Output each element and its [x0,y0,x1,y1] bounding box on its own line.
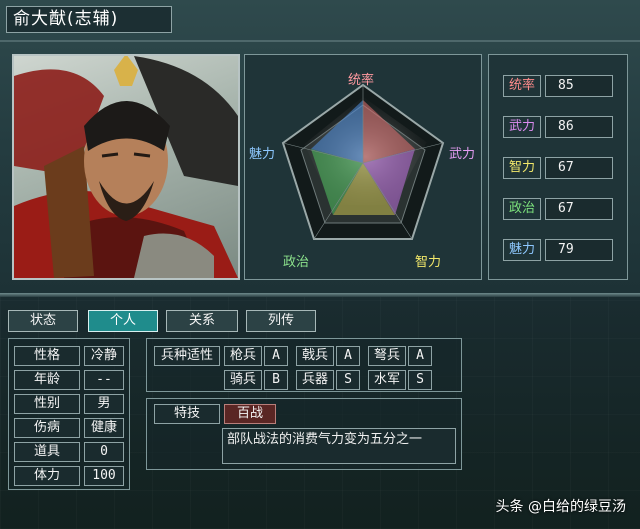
stat-row-war: 武力 86 [503,116,623,138]
radar-label-war: 武力 [449,147,476,162]
stat-label: 魅力 [503,239,541,261]
personal-value-stamina: 100 [84,466,124,486]
unit-name-cavalry: 骑兵 [224,370,262,390]
unit-name-navy: 水军 [368,370,406,390]
skill-description: 部队战法的消费气力变为五分之一 [222,428,456,464]
stat-value: 67 [545,157,613,179]
skill-name: 百战 [224,404,276,424]
stat-row-intelligence: 智力 67 [503,157,623,179]
radar-chart [281,83,445,240]
officer-name-title: 俞大猷(志辅) [6,6,172,33]
tab-personal[interactable]: 个人 [88,310,158,332]
radar-label-command: 统率 [348,73,375,88]
stat-row-command: 统率 85 [503,75,623,97]
unit-grade-cavalry: B [264,370,288,390]
stat-row-politics: 政治 67 [503,198,623,220]
personal-label-items: 道具 [14,442,80,462]
radar-label-intelligence: 智力 [415,255,442,270]
personal-value-injury: 健康 [84,418,124,438]
personal-label-gender: 性别 [14,394,80,414]
personal-label-age: 年龄 [14,370,80,390]
unit-grade-navy: S [408,370,432,390]
title-underline [0,40,640,42]
personal-value-gender: 男 [84,394,124,414]
stat-label: 政治 [503,198,541,220]
stat-radar-panel: 统率 武力 智力 政治 魅力 [244,54,482,280]
tab-relations[interactable]: 关系 [166,310,238,332]
stat-label: 智力 [503,157,541,179]
section-divider [0,293,640,297]
stat-value: 86 [545,116,613,138]
tab-status[interactable]: 状态 [8,310,78,332]
unit-name-halberd: 戟兵 [296,346,334,366]
personal-value-personality: 冷静 [84,346,124,366]
unit-grade-siege: S [336,370,360,390]
stat-value: 67 [545,198,613,220]
personal-label-personality: 性格 [14,346,80,366]
unit-grade-halberd: A [336,346,360,366]
radar-label-charisma: 魅力 [249,147,276,162]
personal-value-age: -- [84,370,124,390]
stat-value: 85 [545,75,613,97]
skill-label: 特技 [154,404,220,424]
officer-portrait [12,54,240,280]
personal-label-stamina: 体力 [14,466,80,486]
stat-value: 79 [545,239,613,261]
tab-biography[interactable]: 列传 [246,310,316,332]
unit-name-spear: 枪兵 [224,346,262,366]
unit-grade-crossbow: A [408,346,432,366]
unit-grade-spear: A [264,346,288,366]
stats-panel: 统率 85 武力 86 智力 67 政治 67 魅力 79 [488,54,628,280]
stat-label: 武力 [503,116,541,138]
stat-label: 统率 [503,75,541,97]
stat-row-charisma: 魅力 79 [503,239,623,261]
watermark: 头条 @白给的绿豆汤 [495,499,626,515]
personal-label-injury: 伤病 [14,418,80,438]
portrait-illustration [14,56,238,278]
aptitude-header: 兵种适性 [154,346,220,366]
personal-value-items: 0 [84,442,124,462]
unit-name-siege: 兵器 [296,370,334,390]
unit-name-crossbow: 弩兵 [368,346,406,366]
radar-label-politics: 政治 [283,255,310,270]
